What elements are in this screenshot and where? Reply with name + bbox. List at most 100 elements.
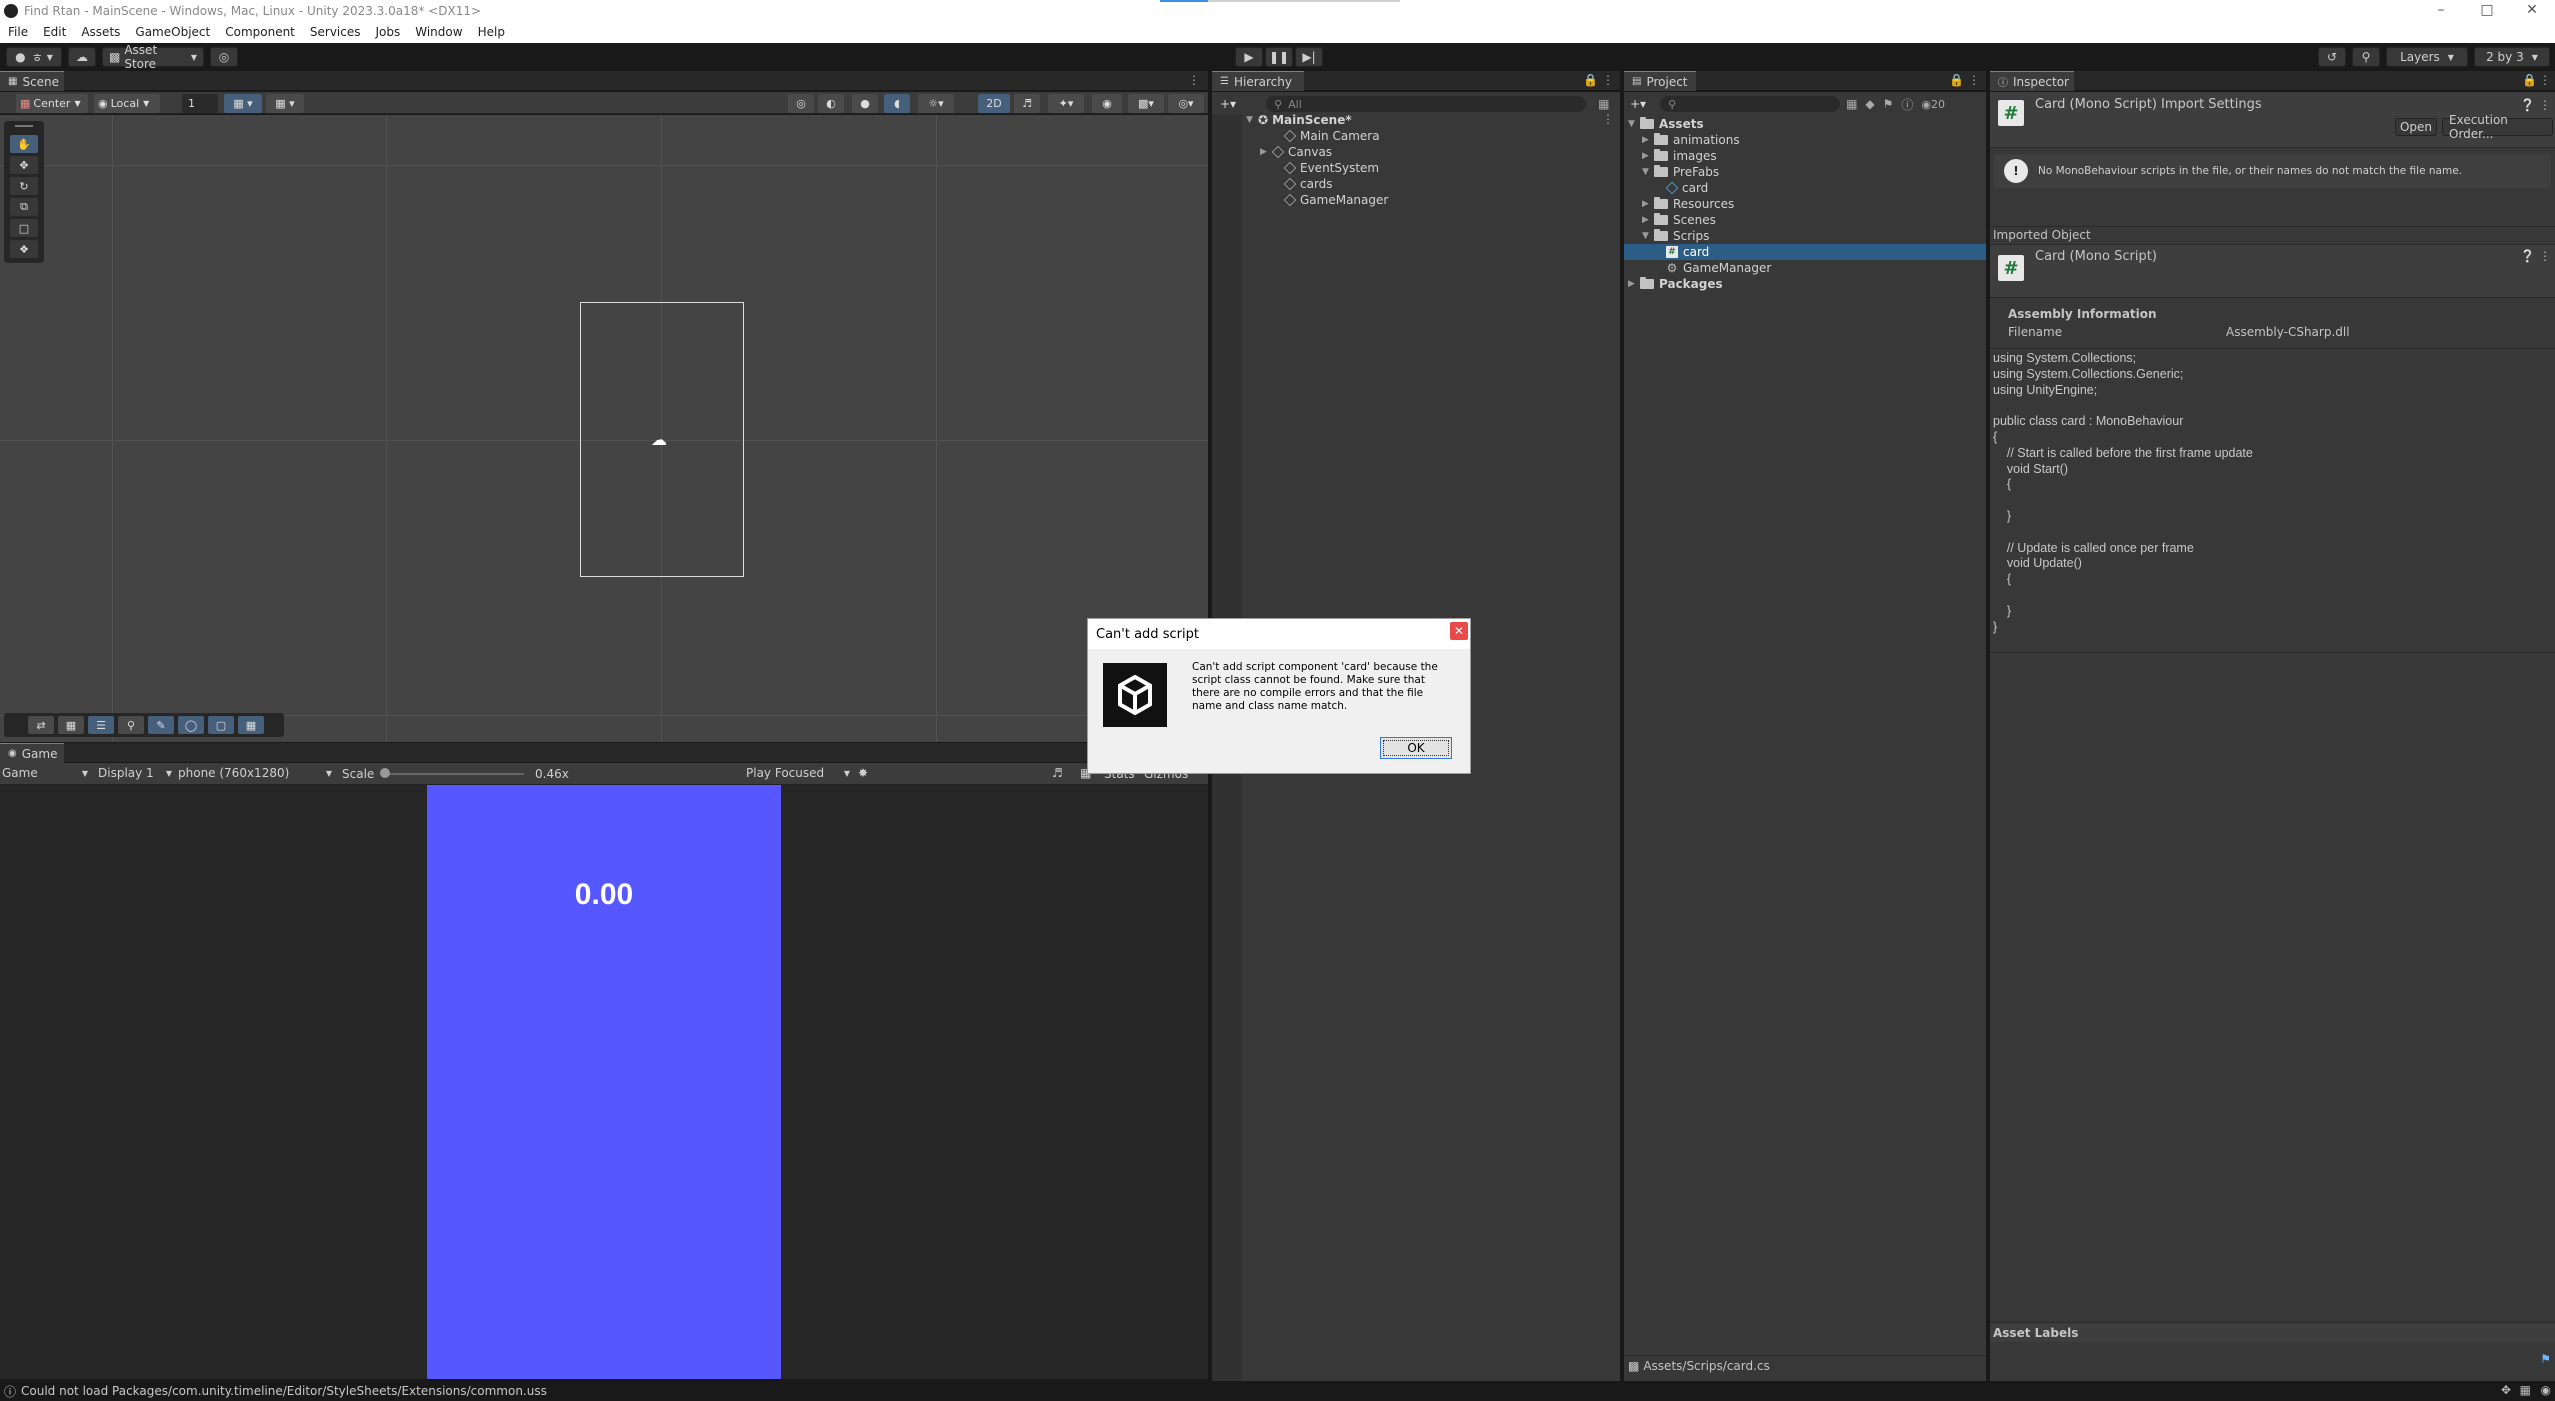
play-button[interactable]: ▶: [1235, 47, 1263, 67]
ok-button[interactable]: OK: [1380, 737, 1452, 759]
visibility-toggle[interactable]: ◉: [1092, 94, 1122, 113]
overlay-tool-4[interactable]: ⚲: [118, 716, 144, 734]
help-icon[interactable]: ❔: [2520, 249, 2535, 263]
tab-scene[interactable]: ▦ Scene: [0, 71, 64, 91]
help-icon[interactable]: ❔: [2520, 98, 2535, 112]
auto-refresh-icon[interactable]: ◉: [2541, 1383, 2551, 1397]
2d-toggle[interactable]: 2D: [978, 94, 1010, 113]
label-tag-icon[interactable]: ⚑: [2540, 1352, 2551, 1366]
search-filter-icon[interactable]: ▦: [1846, 97, 1857, 111]
move-tool-button[interactable]: ✥: [10, 156, 38, 174]
chevron-right-icon[interactable]: ▶: [1260, 147, 1272, 157]
cloud-button[interactable]: ☁: [68, 47, 96, 67]
scale-tool-button[interactable]: ⧉: [10, 198, 38, 216]
assets-folder[interactable]: ▼ Assets: [1628, 116, 1704, 132]
folder-scenes[interactable]: ▶ Scenes: [1642, 212, 1716, 228]
rotate-tool-button[interactable]: ↻: [10, 177, 38, 195]
grid-snap-field[interactable]: 1: [182, 94, 218, 113]
scene-effects-dropdown[interactable]: ✦▾: [1048, 94, 1084, 113]
resolution-dropdown[interactable]: phone (760x1280) ▼: [178, 766, 332, 780]
lock-icon[interactable]: 🔒: [1583, 73, 1598, 87]
scene-row[interactable]: ▼ ✪ MainScene*: [1246, 112, 1352, 128]
undo-history-button[interactable]: ↺: [2318, 47, 2346, 67]
overlay-tool-3[interactable]: ☰: [88, 716, 114, 734]
lock-icon[interactable]: 🔒: [2522, 73, 2537, 87]
type-filter-icon[interactable]: ◆: [1865, 97, 1874, 111]
overlay-tool-2[interactable]: ▦: [58, 716, 84, 734]
menu-help[interactable]: Help: [470, 25, 512, 39]
effects-dropdown[interactable]: ☼▾: [918, 94, 954, 113]
network-icon[interactable]: ✥: [2501, 1383, 2511, 1397]
camera-gizmo-icon[interactable]: ☁: [651, 430, 673, 449]
scale-slider-thumb[interactable]: [380, 768, 390, 778]
mute-icon[interactable]: ♬: [1052, 766, 1063, 780]
shaded-button[interactable]: ●: [852, 94, 878, 113]
play-mode-dropdown[interactable]: Play Focused ▼: [746, 766, 850, 780]
menu-services[interactable]: Services: [302, 25, 368, 39]
project-search-input[interactable]: ⚲: [1660, 96, 1841, 112]
minimize-button[interactable]: –: [2418, 0, 2464, 21]
filter-icon[interactable]: ▦: [1598, 97, 1609, 111]
lock-icon[interactable]: 🔒: [1949, 73, 1964, 87]
folder-prefabs[interactable]: ▼ PreFabs: [1642, 164, 1719, 180]
panel-menu-icon[interactable]: ⋮: [1968, 73, 1980, 87]
display-dropdown[interactable]: Display 1 ▼: [98, 766, 172, 780]
hierarchy-search-input[interactable]: ⚲ All: [1266, 96, 1587, 112]
execution-order-button[interactable]: Execution Order...: [2442, 113, 2553, 141]
drag-handle[interactable]: [15, 125, 33, 127]
draw-mode-button[interactable]: ◐: [818, 94, 844, 113]
maximize-button[interactable]: □: [2464, 0, 2510, 21]
chevron-right-icon[interactable]: ▶: [1642, 215, 1654, 225]
chevron-down-icon[interactable]: ▼: [1642, 167, 1654, 177]
lighting-button[interactable]: ◖: [884, 94, 910, 113]
overlay-tool-1[interactable]: ⇄: [28, 716, 54, 734]
version-control-button[interactable]: ◎: [210, 47, 238, 67]
tab-project[interactable]: ▤ Project: [1624, 71, 1696, 91]
hierarchy-item[interactable]: cards: [1272, 176, 1333, 192]
script-card[interactable]: # card: [1666, 244, 1709, 260]
settings-menu-icon[interactable]: ⋮: [2539, 249, 2551, 263]
layout-dropdown[interactable]: 2 by 3 ▼: [2474, 47, 2550, 67]
chevron-right-icon[interactable]: ▶: [1642, 151, 1654, 161]
warning-filter-icon[interactable]: ⓘ: [1901, 96, 1913, 113]
settings-menu-icon[interactable]: ⋮: [2539, 98, 2551, 112]
orientation-gizmo[interactable]: ◎: [788, 94, 814, 113]
search-button[interactable]: ⚲: [2352, 47, 2380, 67]
scene-menu-icon[interactable]: ⋮: [1602, 112, 1614, 126]
folder-animations[interactable]: ▶ animations: [1642, 132, 1740, 148]
rect-tool-button[interactable]: □: [10, 219, 38, 237]
add-icon[interactable]: +▾: [1220, 97, 1236, 111]
account-button[interactable]: ● ㅎ ▼: [6, 47, 62, 67]
gizmos-dropdown[interactable]: ◎▾: [1168, 94, 1204, 113]
folder-resources[interactable]: ▶ Resources: [1642, 196, 1734, 212]
grid-toggle[interactable]: ▦ ▾: [224, 94, 262, 113]
chevron-right-icon[interactable]: ▶: [1628, 279, 1640, 289]
label-filter-icon[interactable]: ⚑: [1883, 97, 1894, 111]
space-dropdown[interactable]: ◉ Local ▼: [94, 94, 160, 113]
game-view-dropdown[interactable]: Game ▼: [2, 766, 88, 780]
menu-edit[interactable]: Edit: [35, 25, 73, 39]
chevron-right-icon[interactable]: ▶: [1642, 199, 1654, 209]
hierarchy-item[interactable]: EventSystem: [1272, 160, 1379, 176]
add-icon[interactable]: +▾: [1630, 97, 1646, 111]
chevron-down-icon[interactable]: ▼: [1246, 115, 1258, 125]
pivot-dropdown[interactable]: ▦ Center ▼: [16, 94, 88, 113]
chevron-down-icon[interactable]: ▼: [1628, 119, 1640, 129]
chevron-down-icon[interactable]: ▼: [1642, 231, 1654, 241]
folder-scrips[interactable]: ▼ Scrips: [1642, 228, 1709, 244]
menu-assets[interactable]: Assets: [73, 25, 127, 39]
overlay-tool-7[interactable]: ▢: [208, 716, 234, 734]
camera-dropdown[interactable]: ▩▾: [1128, 94, 1164, 113]
panel-menu-icon[interactable]: ⋮: [2539, 73, 2551, 87]
hidden-packages-icon[interactable]: ◉20: [1921, 98, 1945, 111]
layers-dropdown[interactable]: Layers ▼: [2386, 47, 2468, 67]
audio-toggle[interactable]: ♬: [1014, 94, 1040, 113]
transform-tool-button[interactable]: ❖: [10, 240, 38, 258]
menu-component[interactable]: Component: [217, 25, 302, 39]
tab-inspector[interactable]: ⓘ Inspector: [1990, 71, 2074, 91]
status-message[interactable]: Could not load Packages/com.unity.timeli…: [21, 1384, 547, 1398]
dialog-close-button[interactable]: ✕: [1450, 622, 1468, 640]
tab-hierarchy[interactable]: ☰ Hierarchy: [1212, 71, 1304, 91]
bug-icon[interactable]: ✸: [858, 766, 868, 780]
pause-button[interactable]: ❚❚: [1265, 47, 1293, 67]
